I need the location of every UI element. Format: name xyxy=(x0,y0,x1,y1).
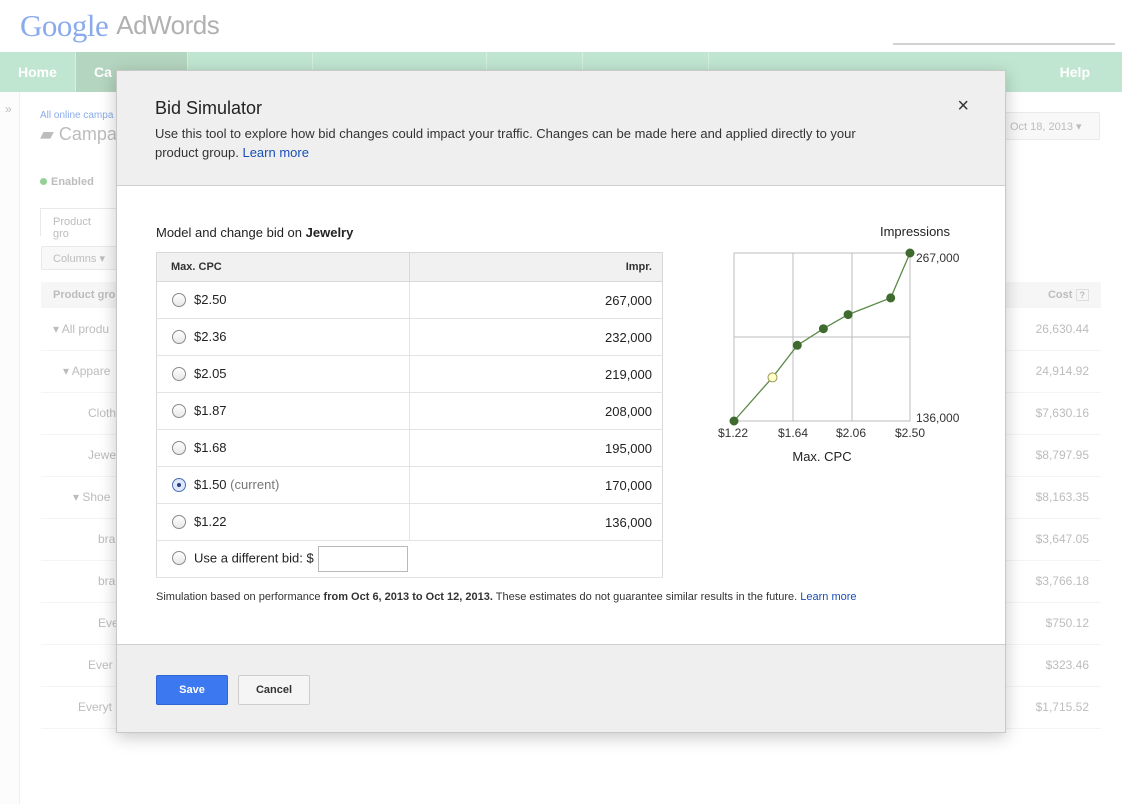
column-max-cpc: Max. CPC xyxy=(156,252,410,282)
bid-option-impr: 170,000 xyxy=(409,466,663,504)
current-bid-point[interactable] xyxy=(767,372,778,383)
bid-option-radio[interactable] xyxy=(172,329,186,344)
bid-option-row[interactable]: $2.05 219,000 xyxy=(156,355,663,393)
bid-table: Max. CPC Impr. $2.50 267,000 $2.36 232,0… xyxy=(156,252,663,578)
x-axis-label: Max. CPC xyxy=(792,449,851,464)
bid-option-row[interactable]: $1.68 195,000 xyxy=(156,429,663,467)
bid-option-radio[interactable] xyxy=(172,292,186,307)
bid-option-cell: $1.22 xyxy=(156,503,410,541)
model-label-text: Model and change bid on xyxy=(156,225,303,240)
bid-option-impr: 219,000 xyxy=(409,355,663,393)
custom-bid-label: Use a different bid: $ xyxy=(194,550,314,566)
bid-option-row[interactable]: $2.36 232,000 xyxy=(156,318,663,356)
bid-option-cpc: $1.22 xyxy=(194,514,227,530)
note-date-range: from Oct 6, 2013 to Oct 12, 2013. xyxy=(323,591,493,603)
bid-option-cell: $1.68 xyxy=(156,429,410,467)
bid-option-radio[interactable] xyxy=(172,366,186,381)
bid-option-row[interactable]: $1.87 208,000 xyxy=(156,392,663,430)
custom-bid-empty xyxy=(409,540,663,578)
bid-simulator-dialog: Bid Simulator × Use this tool to explore… xyxy=(116,70,1006,733)
data-point[interactable] xyxy=(843,310,853,320)
note-suffix: These estimates do not guarantee similar… xyxy=(495,591,798,603)
save-button[interactable]: Save xyxy=(156,675,228,705)
custom-bid-radio[interactable] xyxy=(172,551,186,565)
bid-option-impr: 195,000 xyxy=(409,429,663,467)
model-target: Jewelry xyxy=(305,225,354,240)
dialog-description: Use this tool to explore how bid changes… xyxy=(155,124,895,162)
data-point[interactable] xyxy=(818,324,828,334)
bid-option-impr: 208,000 xyxy=(409,392,663,430)
bid-option-row[interactable]: $2.50 267,000 xyxy=(156,281,663,319)
custom-bid-cell: Use a different bid: $ xyxy=(156,540,410,578)
bid-option-cell: $2.05 xyxy=(156,355,410,393)
y-tick-label-min: 136,000 xyxy=(916,411,960,425)
impressions-chart: Impressions 267,000 136,000 $1.22 $1.64 … xyxy=(718,224,960,464)
x-tick-label: $1.22 xyxy=(718,426,748,440)
bid-option-cpc: $2.50 xyxy=(194,292,227,308)
model-label: Model and change bid on Jewelry xyxy=(156,225,353,240)
data-point[interactable] xyxy=(729,416,739,426)
data-point[interactable] xyxy=(905,248,915,258)
bid-option-radio[interactable] xyxy=(172,440,186,455)
bid-option-radio[interactable] xyxy=(172,514,186,529)
column-impressions: Impr. xyxy=(409,252,663,282)
dialog-title: Bid Simulator xyxy=(155,98,263,118)
bid-table-header: Max. CPC Impr. xyxy=(156,252,663,282)
x-tick-label: $1.64 xyxy=(778,426,808,440)
bid-option-impr: 267,000 xyxy=(409,281,663,319)
data-point[interactable] xyxy=(792,340,802,350)
bid-option-impr: 232,000 xyxy=(409,318,663,356)
cancel-button[interactable]: Cancel xyxy=(238,675,310,705)
bid-option-cell: $1.87 xyxy=(156,392,410,430)
bid-option-cell: $1.50 (current) xyxy=(156,466,410,504)
bid-option-cpc: $1.50 xyxy=(194,477,227,493)
chart-title: Impressions xyxy=(880,224,951,239)
bid-option-cpc: $1.87 xyxy=(194,403,227,419)
bid-option-row-current[interactable]: $1.50 (current) 170,000 xyxy=(156,466,663,504)
note-learn-more-link[interactable]: Learn more xyxy=(800,591,856,603)
bid-option-cell: $2.36 xyxy=(156,318,410,356)
current-bid-label: (current) xyxy=(230,477,280,493)
bid-option-cpc: $2.05 xyxy=(194,366,227,382)
bid-option-cpc: $1.68 xyxy=(194,440,227,456)
data-point[interactable] xyxy=(886,293,896,303)
custom-bid-row[interactable]: Use a different bid: $ xyxy=(156,540,663,578)
bid-option-row[interactable]: $1.22 136,000 xyxy=(156,503,663,541)
bid-option-impr: 136,000 xyxy=(409,503,663,541)
x-tick-label: $2.06 xyxy=(836,426,866,440)
dialog-header: Bid Simulator × Use this tool to explore… xyxy=(117,71,1005,186)
dialog-footer: Save Cancel xyxy=(117,644,1005,732)
bid-option-cell: $2.50 xyxy=(156,281,410,319)
simulation-note: Simulation based on performance from Oct… xyxy=(156,591,857,603)
note-prefix: Simulation based on performance xyxy=(156,591,321,603)
bid-option-cpc: $2.36 xyxy=(194,329,227,345)
y-tick-label-max: 267,000 xyxy=(916,251,960,265)
custom-bid-input[interactable] xyxy=(317,546,408,572)
bid-option-radio-selected[interactable] xyxy=(172,477,186,492)
close-icon[interactable]: × xyxy=(957,95,969,117)
bid-option-radio[interactable] xyxy=(172,403,186,418)
x-tick-label: $2.50 xyxy=(895,426,925,440)
learn-more-link[interactable]: Learn more xyxy=(242,145,308,160)
